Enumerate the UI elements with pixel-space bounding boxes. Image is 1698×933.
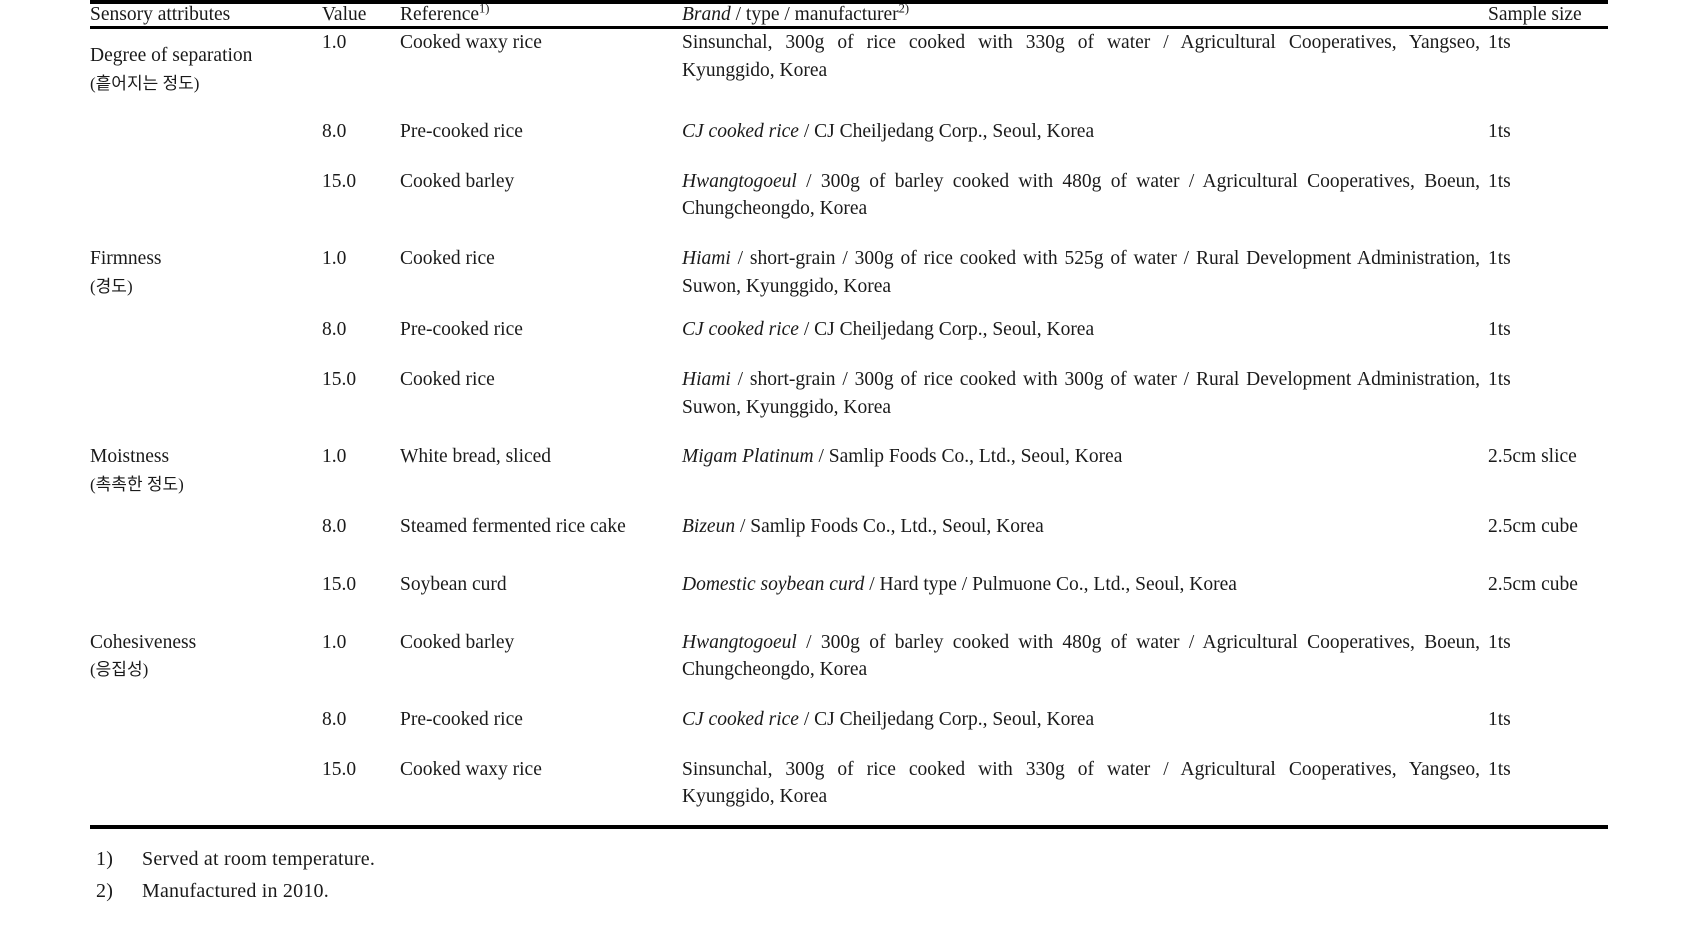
brand-cell: Hwangtogoeul / 300g of barley cooked wit… xyxy=(682,631,1480,681)
sample-size-cell: 1ts xyxy=(1488,631,1511,653)
footnote-2-marker: 2) xyxy=(96,879,114,902)
table-row: 8.0 Pre-cooked rice CJ cooked rice / CJ … xyxy=(90,300,1608,344)
table-bottom-spacer xyxy=(90,811,1608,825)
table-row: 15.0 Soybean curd Domestic soybean curd … xyxy=(90,541,1608,599)
table-row: 8.0 Pre-cooked rice CJ cooked rice / CJ … xyxy=(90,96,1608,146)
column-header-brand: Brand / type / manufacturer2) xyxy=(682,1,910,25)
value-cell: 15.0 xyxy=(322,368,357,390)
brand-cell: Migam Platinum / Samlip Foods Co., Ltd.,… xyxy=(682,446,1123,468)
sensory-reference-body: Degree of separation (흩어지는 정도) 1.0 Cooke… xyxy=(90,29,1608,825)
brand-cell: Domestic soybean curd / Hard type / Pulm… xyxy=(682,573,1237,595)
value-cell: 1.0 xyxy=(322,446,347,468)
table-row: 8.0 Steamed fermented rice cake Bizeun /… xyxy=(90,497,1608,541)
value-cell: 8.0 xyxy=(322,516,347,538)
attribute-cell: Moistness (촉촉한 정도) xyxy=(90,421,322,497)
sample-size-cell: 1ts xyxy=(1488,319,1511,341)
attribute-label-ko: (흩어지는 정도) xyxy=(90,73,200,93)
footnote-1-text: Served at room temperature. xyxy=(142,847,376,870)
sample-size-cell: 2.5cm slice xyxy=(1488,446,1577,468)
brand-cell: CJ cooked rice / CJ Cheiljedang Corp., S… xyxy=(682,319,1095,341)
footnote-2: 2) Manufactured in 2010. xyxy=(90,871,1608,903)
column-header-reference: Reference1) xyxy=(400,1,490,25)
value-cell: 1.0 xyxy=(322,631,347,653)
footnote-2-text: Manufactured in 2010. xyxy=(142,879,329,902)
reference-cell: Pre-cooked rice xyxy=(400,708,523,730)
attribute-label-en: Cohesiveness xyxy=(90,631,197,653)
reference-cell: White bread, sliced xyxy=(400,446,552,468)
value-cell: 1.0 xyxy=(322,32,347,53)
value-cell: 15.0 xyxy=(322,170,357,192)
table-header-row: Sensory attributes Value Reference1) Bra… xyxy=(90,1,1608,26)
attribute-cell: Firmness (경도) xyxy=(90,223,322,300)
footnote-marker-1: 1) xyxy=(479,1,490,16)
reference-cell: Pre-cooked rice xyxy=(400,120,523,142)
footnote-1: 1) Served at room temperature. xyxy=(90,839,1608,871)
attribute-label-ko: (촉촉한 정도) xyxy=(90,475,184,494)
value-cell: 1.0 xyxy=(322,247,347,269)
table-row: Cohesiveness (응집성) 1.0 Cooked barley Hwa… xyxy=(90,599,1608,684)
sample-size-cell: 1ts xyxy=(1488,708,1511,730)
footnote-marker-2: 2) xyxy=(898,1,910,16)
table-row: Degree of separation (흩어지는 정도) 1.0 Cooke… xyxy=(90,29,1608,96)
attribute-cell xyxy=(90,684,322,734)
reference-cell: Cooked rice xyxy=(400,368,495,390)
value-cell: 15.0 xyxy=(322,758,357,780)
value-cell: 8.0 xyxy=(322,319,347,341)
brand-cell: Sinsunchal, 300g of rice cooked with 330… xyxy=(682,758,1480,808)
value-cell: 8.0 xyxy=(322,120,347,142)
footnotes: 1) Served at room temperature. 2) Manufa… xyxy=(90,829,1608,903)
attribute-cell: Cohesiveness (응집성) xyxy=(90,599,322,684)
table-row: Moistness (촉촉한 정도) 1.0 White bread, slic… xyxy=(90,421,1608,497)
attribute-cell: Degree of separation (흩어지는 정도) xyxy=(90,29,322,96)
brand-cell: Hwangtogoeul / 300g of barley cooked wit… xyxy=(682,170,1480,220)
reference-cell: Cooked rice xyxy=(400,247,495,269)
attribute-label-en: Moistness xyxy=(90,446,170,468)
sample-size-cell: 1ts xyxy=(1488,247,1511,269)
column-header-value: Value xyxy=(322,4,367,25)
table-row: 15.0 Cooked waxy rice Sinsunchal, 300g o… xyxy=(90,734,1608,811)
reference-cell: Soybean curd xyxy=(400,573,507,595)
brand-cell: Sinsunchal, 300g of rice cooked with 330… xyxy=(682,32,1480,81)
table-row: 8.0 Pre-cooked rice CJ cooked rice / CJ … xyxy=(90,684,1608,734)
table-row: 15.0 Cooked rice Hiami / short-grain / 3… xyxy=(90,344,1608,421)
table-row: Firmness (경도) 1.0 Cooked rice Hiami / sh… xyxy=(90,223,1608,300)
sensory-reference-table: Sensory attributes Value Reference1) Bra… xyxy=(90,1,1608,26)
column-header-sample-size: Sample size xyxy=(1488,4,1582,25)
brand-cell: Hiami / short-grain / 300g of rice cooke… xyxy=(682,247,1480,297)
brand-cell: CJ cooked rice / CJ Cheiljedang Corp., S… xyxy=(682,708,1095,730)
sample-size-cell: 1ts xyxy=(1488,120,1511,142)
attribute-cell xyxy=(90,344,322,421)
attribute-cell xyxy=(90,96,322,146)
footnote-1-marker: 1) xyxy=(96,847,114,870)
reference-cell: Cooked barley xyxy=(400,631,515,653)
attribute-cell xyxy=(90,300,322,344)
attribute-cell xyxy=(90,497,322,541)
value-cell: 8.0 xyxy=(322,708,347,730)
sample-size-cell: 1ts xyxy=(1488,32,1511,53)
reference-cell: Cooked waxy rice xyxy=(400,758,542,780)
attribute-label-ko: (응집성) xyxy=(90,660,149,680)
sample-size-cell: 2.5cm cube xyxy=(1488,573,1578,595)
sample-size-cell: 1ts xyxy=(1488,170,1511,192)
brand-cell: Bizeun / Samlip Foods Co., Ltd., Seoul, … xyxy=(682,516,1044,538)
sample-size-cell: 2.5cm cube xyxy=(1488,516,1578,538)
brand-cell: CJ cooked rice / CJ Cheiljedang Corp., S… xyxy=(682,120,1095,142)
attribute-cell xyxy=(90,541,322,599)
table-page: Sensory attributes Value Reference1) Bra… xyxy=(0,0,1698,933)
reference-cell: Steamed fermented rice cake xyxy=(400,516,626,538)
reference-cell: Cooked barley xyxy=(400,170,515,192)
attribute-cell xyxy=(90,146,322,223)
value-cell: 15.0 xyxy=(322,573,357,595)
brand-cell: Hiami / short-grain / 300g of rice cooke… xyxy=(682,368,1480,418)
attribute-label-en: Degree of separation xyxy=(90,45,253,66)
column-header-attribute: Sensory attributes xyxy=(90,4,231,25)
attribute-label-ko: (경도) xyxy=(90,276,133,296)
sample-size-cell: 1ts xyxy=(1488,758,1511,780)
attribute-cell xyxy=(90,734,322,811)
attribute-label-en: Firmness xyxy=(90,247,162,269)
sample-size-cell: 1ts xyxy=(1488,368,1511,390)
reference-cell: Pre-cooked rice xyxy=(400,319,523,341)
table-row: 15.0 Cooked barley Hwangtogoeul / 300g o… xyxy=(90,146,1608,223)
reference-cell: Cooked waxy rice xyxy=(400,32,542,53)
